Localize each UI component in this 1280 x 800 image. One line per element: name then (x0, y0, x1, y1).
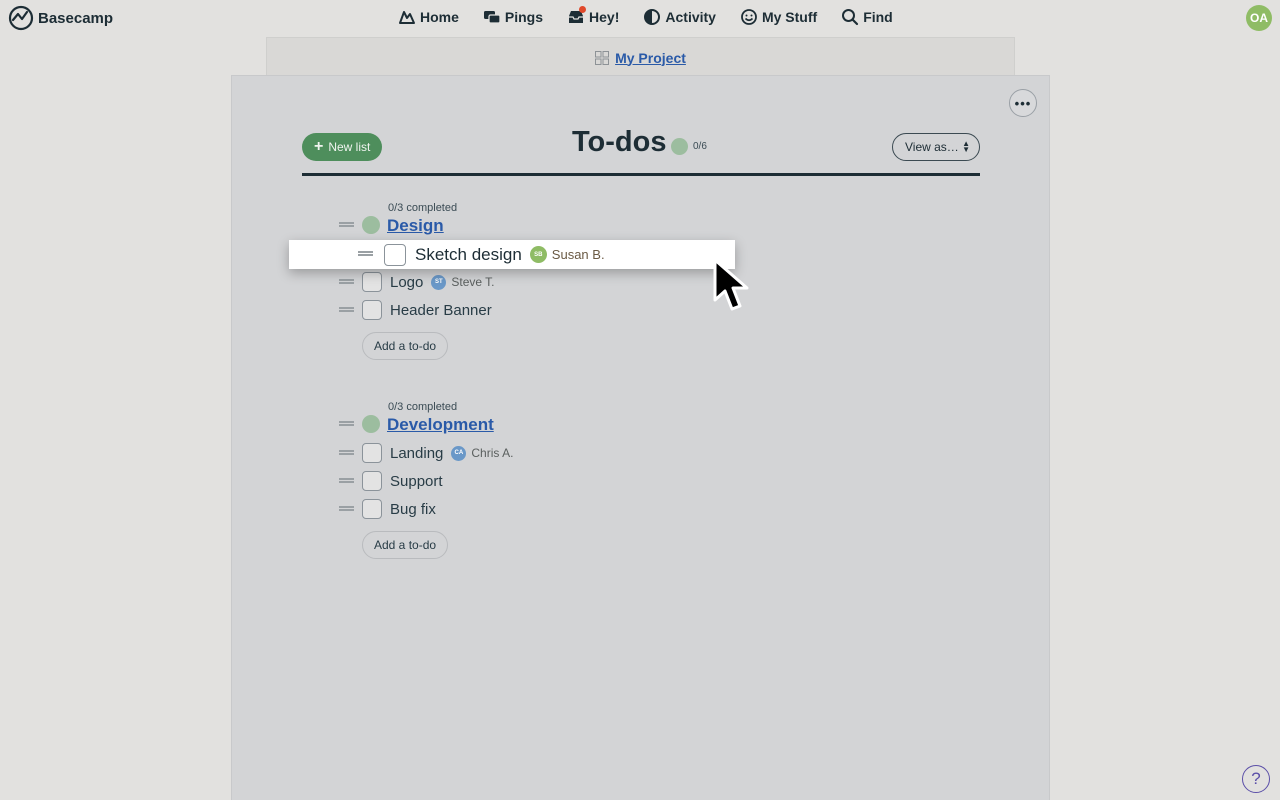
top-navigation: Basecamp Home Pings Hey! Activity My Stu… (0, 0, 1280, 36)
project-link[interactable]: My Project (615, 50, 686, 66)
todo-text[interactable]: Bug fix (390, 501, 436, 518)
todo-text[interactable]: Support (390, 473, 443, 490)
page-title: To-dos (572, 126, 667, 158)
new-list-label: New list (328, 140, 371, 154)
todo-item: Support (362, 471, 443, 491)
more-options-button[interactable]: ••• (1009, 89, 1037, 117)
activity-icon (644, 9, 661, 25)
nav-hey-label: Hey! (589, 9, 620, 25)
todo-assignee[interactable]: CA Chris A. (451, 445, 514, 461)
todo-item: Landing CA Chris A. (362, 443, 513, 463)
list-progress-icon (362, 216, 380, 234)
pings-icon (483, 11, 501, 24)
todo-checkbox[interactable] (362, 272, 382, 292)
new-list-button[interactable]: + New list (302, 133, 383, 161)
todo-item: Bug fix (362, 499, 436, 519)
nav-home[interactable]: Home (398, 8, 459, 26)
select-arrows-icon: ▲ ▼ (962, 139, 970, 154)
drag-handle-icon[interactable] (339, 506, 354, 513)
avatar: SB (529, 246, 547, 263)
todo-item: Header Banner (362, 300, 492, 320)
basecamp-logo-icon (8, 5, 34, 31)
avatar: CA (451, 445, 467, 461)
drag-handle-icon[interactable] (339, 450, 354, 457)
plus-icon: + (314, 138, 324, 155)
nav-find-label: Find (863, 9, 893, 25)
drag-handle-icon[interactable] (339, 421, 354, 428)
home-icon (399, 11, 415, 24)
dragging-todo-item[interactable]: Sketch design SB Susan B. (289, 240, 735, 269)
list-completed-count: 0/3 completed (388, 401, 458, 413)
nav-my-stuff-label: My Stuff (761, 9, 818, 25)
assignee-name: Chris A. (471, 446, 514, 460)
nav-hey[interactable]: Hey! (567, 6, 620, 26)
todo-assignee[interactable]: ST Steve T. (431, 274, 495, 290)
list-progress-icon (362, 415, 380, 433)
todo-text[interactable]: Logo (390, 274, 423, 291)
todo-checkbox[interactable] (362, 300, 382, 320)
main-nav: Home Pings Hey! Activity My Stuff Find (398, 6, 893, 26)
todo-item: Logo ST Steve T. (362, 272, 495, 292)
assignee-name: Susan B. (551, 247, 605, 262)
todo-assignee: SB Susan B. (529, 246, 605, 263)
progress-pie-icon (671, 138, 688, 155)
basecamp-logo[interactable]: Basecamp (8, 5, 113, 31)
notification-dot (579, 6, 587, 13)
todo-text[interactable]: Header Banner (390, 302, 492, 319)
user-avatar[interactable]: OA (1246, 5, 1272, 31)
drag-handle-icon[interactable] (358, 251, 373, 258)
todo-checkbox[interactable] (384, 243, 406, 266)
project-grid-icon (595, 50, 610, 65)
nav-pings-label: Pings (504, 9, 544, 25)
brand-name: Basecamp (38, 9, 114, 27)
project-breadcrumb: My Project (266, 37, 1015, 77)
todo-text[interactable]: Landing (390, 445, 443, 462)
todos-panel: ••• + New list To-dos 0/6 View as… ▲ ▼ 0/… (231, 75, 1050, 800)
nav-my-stuff[interactable]: My Stuff (740, 8, 817, 26)
nav-activity-label: Activity (665, 9, 716, 25)
todo-checkbox[interactable] (362, 471, 382, 491)
drag-handle-icon[interactable] (339, 222, 354, 229)
list-title-development[interactable]: Development (387, 415, 494, 435)
help-button[interactable]: ? (1242, 765, 1270, 793)
add-todo-button[interactable]: Add a to-do (362, 531, 449, 559)
nav-pings[interactable]: Pings (483, 8, 543, 26)
drag-handle-icon[interactable] (339, 279, 354, 286)
nav-find[interactable]: Find (841, 8, 893, 26)
drag-handle-icon[interactable] (339, 307, 354, 314)
list-title-design[interactable]: Design (387, 216, 444, 236)
add-todo-button[interactable]: Add a to-do (362, 332, 449, 360)
todo-checkbox[interactable] (362, 443, 382, 463)
nav-activity[interactable]: Activity (643, 8, 716, 26)
nav-home-label: Home (420, 9, 459, 25)
view-as-select[interactable]: View as… ▲ ▼ (892, 133, 980, 161)
mouse-cursor-icon (713, 258, 749, 311)
todo-checkbox[interactable] (362, 499, 382, 519)
assignee-name: Steve T. (451, 275, 495, 289)
my-stuff-icon (741, 9, 757, 25)
view-as-label: View as… (905, 140, 959, 154)
todo-text: Sketch design (415, 244, 522, 264)
todo-count: 0/6 (693, 141, 707, 152)
drag-handle-icon[interactable] (339, 478, 354, 485)
title-divider (302, 173, 980, 176)
list-completed-count: 0/3 completed (388, 202, 458, 214)
avatar: ST (431, 274, 447, 290)
search-icon (842, 9, 859, 26)
